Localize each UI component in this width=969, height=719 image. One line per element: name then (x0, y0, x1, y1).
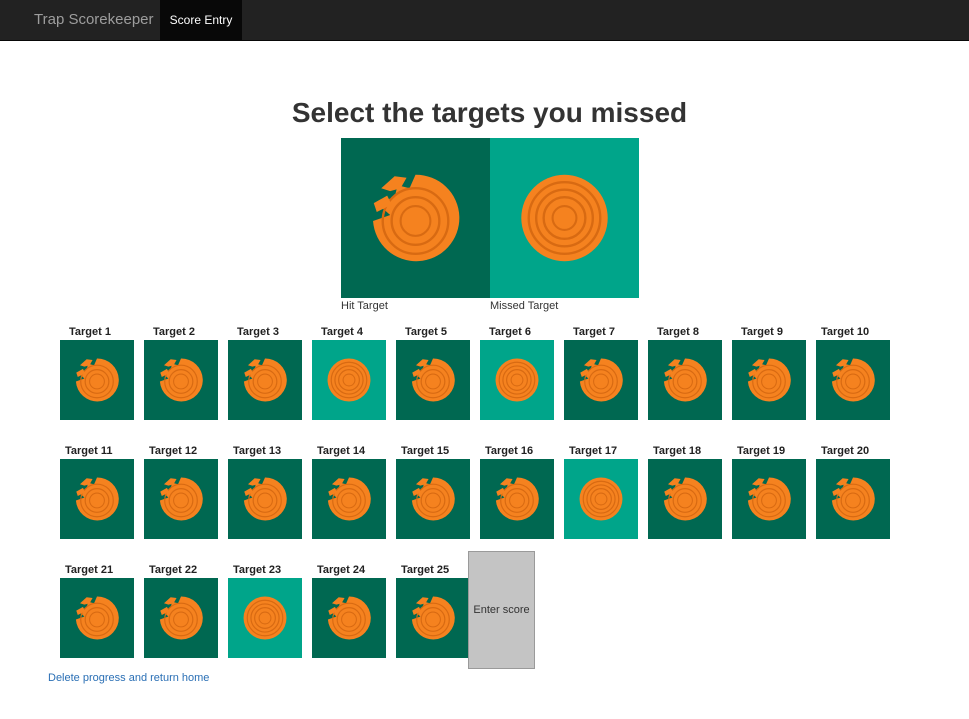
target-tile[interactable] (60, 459, 134, 539)
broken-clay-icon (159, 596, 203, 640)
page-title: Select the targets you missed (291, 97, 688, 128)
legend-missed-label: Missed Target (490, 300, 559, 312)
broken-clay-icon (75, 596, 119, 640)
broken-clay-icon (243, 358, 287, 402)
broken-clay-icon (495, 477, 539, 521)
target-label: Target 3 (237, 326, 279, 338)
target-tile[interactable] (312, 459, 386, 539)
target-tile[interactable] (312, 578, 386, 658)
target-label: Target 8 (657, 326, 699, 338)
target-label: Target 2 (153, 326, 195, 338)
target-label: Target 1 (69, 326, 111, 338)
broken-clay-icon (411, 477, 455, 521)
legend-missed-tile (490, 138, 639, 298)
target-tile[interactable] (564, 340, 638, 420)
target-tile[interactable] (396, 459, 470, 539)
target-label: Target 22 (149, 564, 198, 576)
target-tile[interactable] (144, 340, 218, 420)
target-label: Target 15 (401, 445, 450, 457)
target-label: Target 14 (317, 445, 366, 457)
broken-clay-icon (159, 477, 203, 521)
target-tile[interactable] (228, 340, 302, 420)
broken-clay-icon (327, 477, 371, 521)
target-tile[interactable] (228, 459, 302, 539)
target-label: Target 16 (485, 445, 534, 457)
brand-link[interactable]: Trap Scorekeeper (34, 0, 154, 40)
tab-score-entry[interactable]: Score Entry (160, 0, 242, 40)
broken-clay-icon (579, 358, 623, 402)
target-label: Target 25 (401, 564, 450, 576)
target-label: Target 17 (569, 445, 618, 457)
target-tile[interactable] (228, 578, 302, 658)
target-tile[interactable] (648, 340, 722, 420)
target-label: Target 9 (741, 326, 783, 338)
broken-clay-icon (831, 477, 875, 521)
legend-hit-label: Hit Target (341, 300, 388, 312)
broken-clay-icon (75, 358, 119, 402)
target-label: Target 20 (821, 445, 870, 457)
clay-target-icon (579, 477, 623, 521)
target-tile[interactable] (480, 459, 554, 539)
broken-clay-icon (159, 358, 203, 402)
target-label: Target 10 (821, 326, 870, 338)
broken-clay-icon (75, 477, 119, 521)
clay-target-icon (327, 358, 371, 402)
broken-clay-icon (411, 596, 455, 640)
broken-clay-icon (327, 596, 371, 640)
target-label: Target 13 (233, 445, 282, 457)
target-tile[interactable] (312, 340, 386, 420)
broken-clay-icon (747, 358, 791, 402)
target-label: Target 21 (65, 564, 114, 576)
target-tile[interactable] (396, 578, 470, 658)
target-tile[interactable] (480, 340, 554, 420)
target-label: Target 4 (321, 326, 363, 338)
target-label: Target 24 (317, 564, 366, 576)
legend-hit-tile (341, 138, 490, 298)
clay-target-icon (243, 596, 287, 640)
target-tile[interactable] (648, 459, 722, 539)
target-label: Target 18 (653, 445, 702, 457)
target-label: Target 11 (65, 445, 113, 457)
target-label: Target 12 (149, 445, 198, 457)
target-tile[interactable] (60, 340, 134, 420)
target-label: Target 19 (737, 445, 786, 457)
target-tile[interactable] (396, 340, 470, 420)
broken-clay-icon (663, 477, 707, 521)
broken-clay-icon (243, 477, 287, 521)
target-label: Target 5 (405, 326, 447, 338)
clay-target-icon (521, 174, 608, 262)
target-tile[interactable] (60, 578, 134, 658)
target-tile[interactable] (732, 340, 806, 420)
clay-target-icon (495, 358, 539, 402)
broken-clay-icon (663, 358, 707, 402)
target-tile[interactable] (564, 459, 638, 539)
broken-clay-icon (747, 477, 791, 521)
navbar: Trap Scorekeeper Score Entry (0, 0, 969, 41)
broken-clay-icon (411, 358, 455, 402)
target-tile[interactable] (144, 459, 218, 539)
target-tile[interactable] (732, 459, 806, 539)
broken-clay-icon (373, 174, 460, 262)
target-tile[interactable] (816, 340, 890, 420)
delete-progress-link[interactable]: Delete progress and return home (48, 672, 209, 684)
enter-score-button[interactable]: Enter score (468, 551, 535, 669)
broken-clay-icon (831, 358, 875, 402)
target-label: Target 6 (489, 326, 531, 338)
target-label: Target 23 (233, 564, 282, 576)
target-tile[interactable] (144, 578, 218, 658)
target-tile[interactable] (816, 459, 890, 539)
target-label: Target 7 (573, 326, 615, 338)
